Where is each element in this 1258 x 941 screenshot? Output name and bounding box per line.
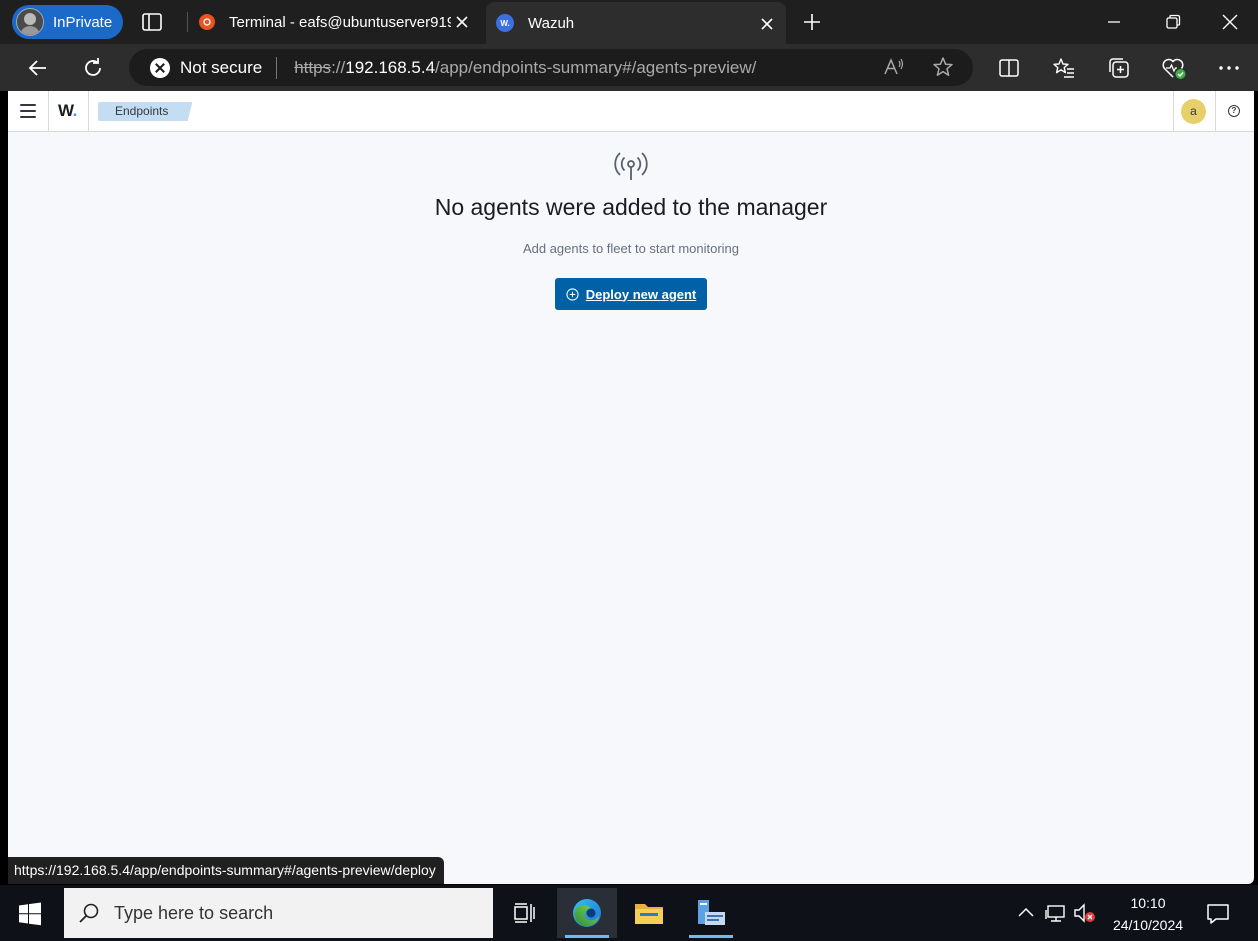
app-header: W. Endpoints a ? [8,91,1254,132]
header-divider [88,91,89,132]
back-icon[interactable] [25,55,51,81]
windows-taskbar: Type here to search 10:10 24/10/2024 [0,885,1258,941]
split-screen-icon[interactable] [996,55,1022,81]
tab-title: Terminal - eafs@ubuntuserver919 [229,13,451,31]
close-tab-icon[interactable] [453,13,471,31]
clock-date: 24/10/2024 [1112,917,1184,933]
chevron-up-icon[interactable] [1015,902,1037,924]
signal-icon [614,152,648,180]
header-divider [1173,91,1174,132]
browser-essentials-icon[interactable] [1161,55,1187,81]
folder-icon [635,904,663,924]
help-icon[interactable]: ? [1228,105,1240,117]
url-scheme: https [294,57,332,77]
task-view-button[interactable] [494,888,554,938]
address-bar[interactable]: Not secure https://192.168.5.4/app/endpo… [129,49,973,86]
wazuh-icon: W. [496,14,514,32]
tab-title: Wazuh [528,14,575,32]
url-separator: :// [331,57,346,77]
windows-start-icon[interactable] [18,902,42,926]
header-divider [48,91,49,132]
browser-tab-bar: InPrivate Terminal - eafs@ubuntuserver91… [0,0,1258,44]
close-tab-icon[interactable] [758,15,776,33]
empty-state-title: No agents were added to the manager [434,194,828,220]
close-window-icon[interactable] [1220,12,1240,32]
system-clock[interactable]: 10:10 24/10/2024 [1103,892,1193,936]
breadcrumb-endpoints[interactable]: Endpoints [98,102,193,121]
address-divider [276,56,278,79]
clock-time: 10:10 [1130,895,1166,911]
search-icon [79,903,99,923]
security-label[interactable]: Not secure [180,58,262,78]
header-divider [1215,91,1216,132]
tab-actions-icon[interactable] [140,10,164,34]
tab-separator [187,12,188,32]
favorites-icon[interactable] [1051,55,1077,81]
inprivate-label: InPrivate [53,13,113,31]
empty-state-subtitle: Add agents to fleet to start monitoring [522,241,740,256]
taskbar-search-box[interactable]: Type here to search [64,888,493,938]
volume-muted-icon[interactable] [1073,902,1095,924]
taskbar-file-explorer[interactable] [619,888,679,938]
user-avatar[interactable]: a [1181,99,1206,124]
profile-avatar-icon [16,8,44,36]
favorite-star-icon[interactable] [932,56,954,83]
ubuntu-icon [199,14,215,30]
new-tab-icon[interactable] [800,10,824,34]
not-secure-icon[interactable] [150,57,170,78]
deploy-button-label: Deploy new agent [585,286,697,302]
url-path: /app/endpoints-summary#/agents-preview/ [435,57,757,77]
wazuh-logo[interactable]: W. [58,101,77,121]
read-aloud-icon[interactable] [883,57,905,82]
minimize-icon[interactable] [1104,12,1124,32]
active-app-indicator [565,935,609,938]
running-app-indicator [689,935,733,938]
task-view-icon [514,903,535,923]
restore-icon[interactable] [1163,12,1183,32]
web-page: W. Endpoints a ? No agents were added to… [8,91,1254,884]
edge-icon [573,899,601,927]
taskbar-edge[interactable] [557,888,617,938]
server-manager-icon [698,900,725,925]
collections-icon[interactable] [1106,55,1132,81]
notifications-icon[interactable] [1206,902,1230,926]
hamburger-menu-icon[interactable] [20,104,36,118]
status-bar-url: https://192.168.5.4/app/endpoints-summar… [8,857,444,884]
inprivate-profile-button[interactable]: InPrivate [12,5,123,39]
tab-wazuh[interactable]: W. Wazuh [486,2,786,44]
plus-circle-icon [566,287,579,301]
search-placeholder: Type here to search [114,902,274,923]
empty-state: No agents were added to the manager Add … [8,149,1254,310]
url-host: 192.168.5.4 [345,57,436,77]
network-icon[interactable] [1045,902,1067,924]
taskbar-server-manager[interactable] [681,888,741,938]
deploy-new-agent-button[interactable]: Deploy new agent [554,278,708,310]
more-menu-icon[interactable] [1216,55,1242,81]
tab-terminal[interactable]: Terminal - eafs@ubuntuserver919 [199,0,481,44]
browser-nav-bar: Not secure https://192.168.5.4/app/endpo… [0,44,1258,91]
refresh-icon[interactable] [80,55,106,81]
